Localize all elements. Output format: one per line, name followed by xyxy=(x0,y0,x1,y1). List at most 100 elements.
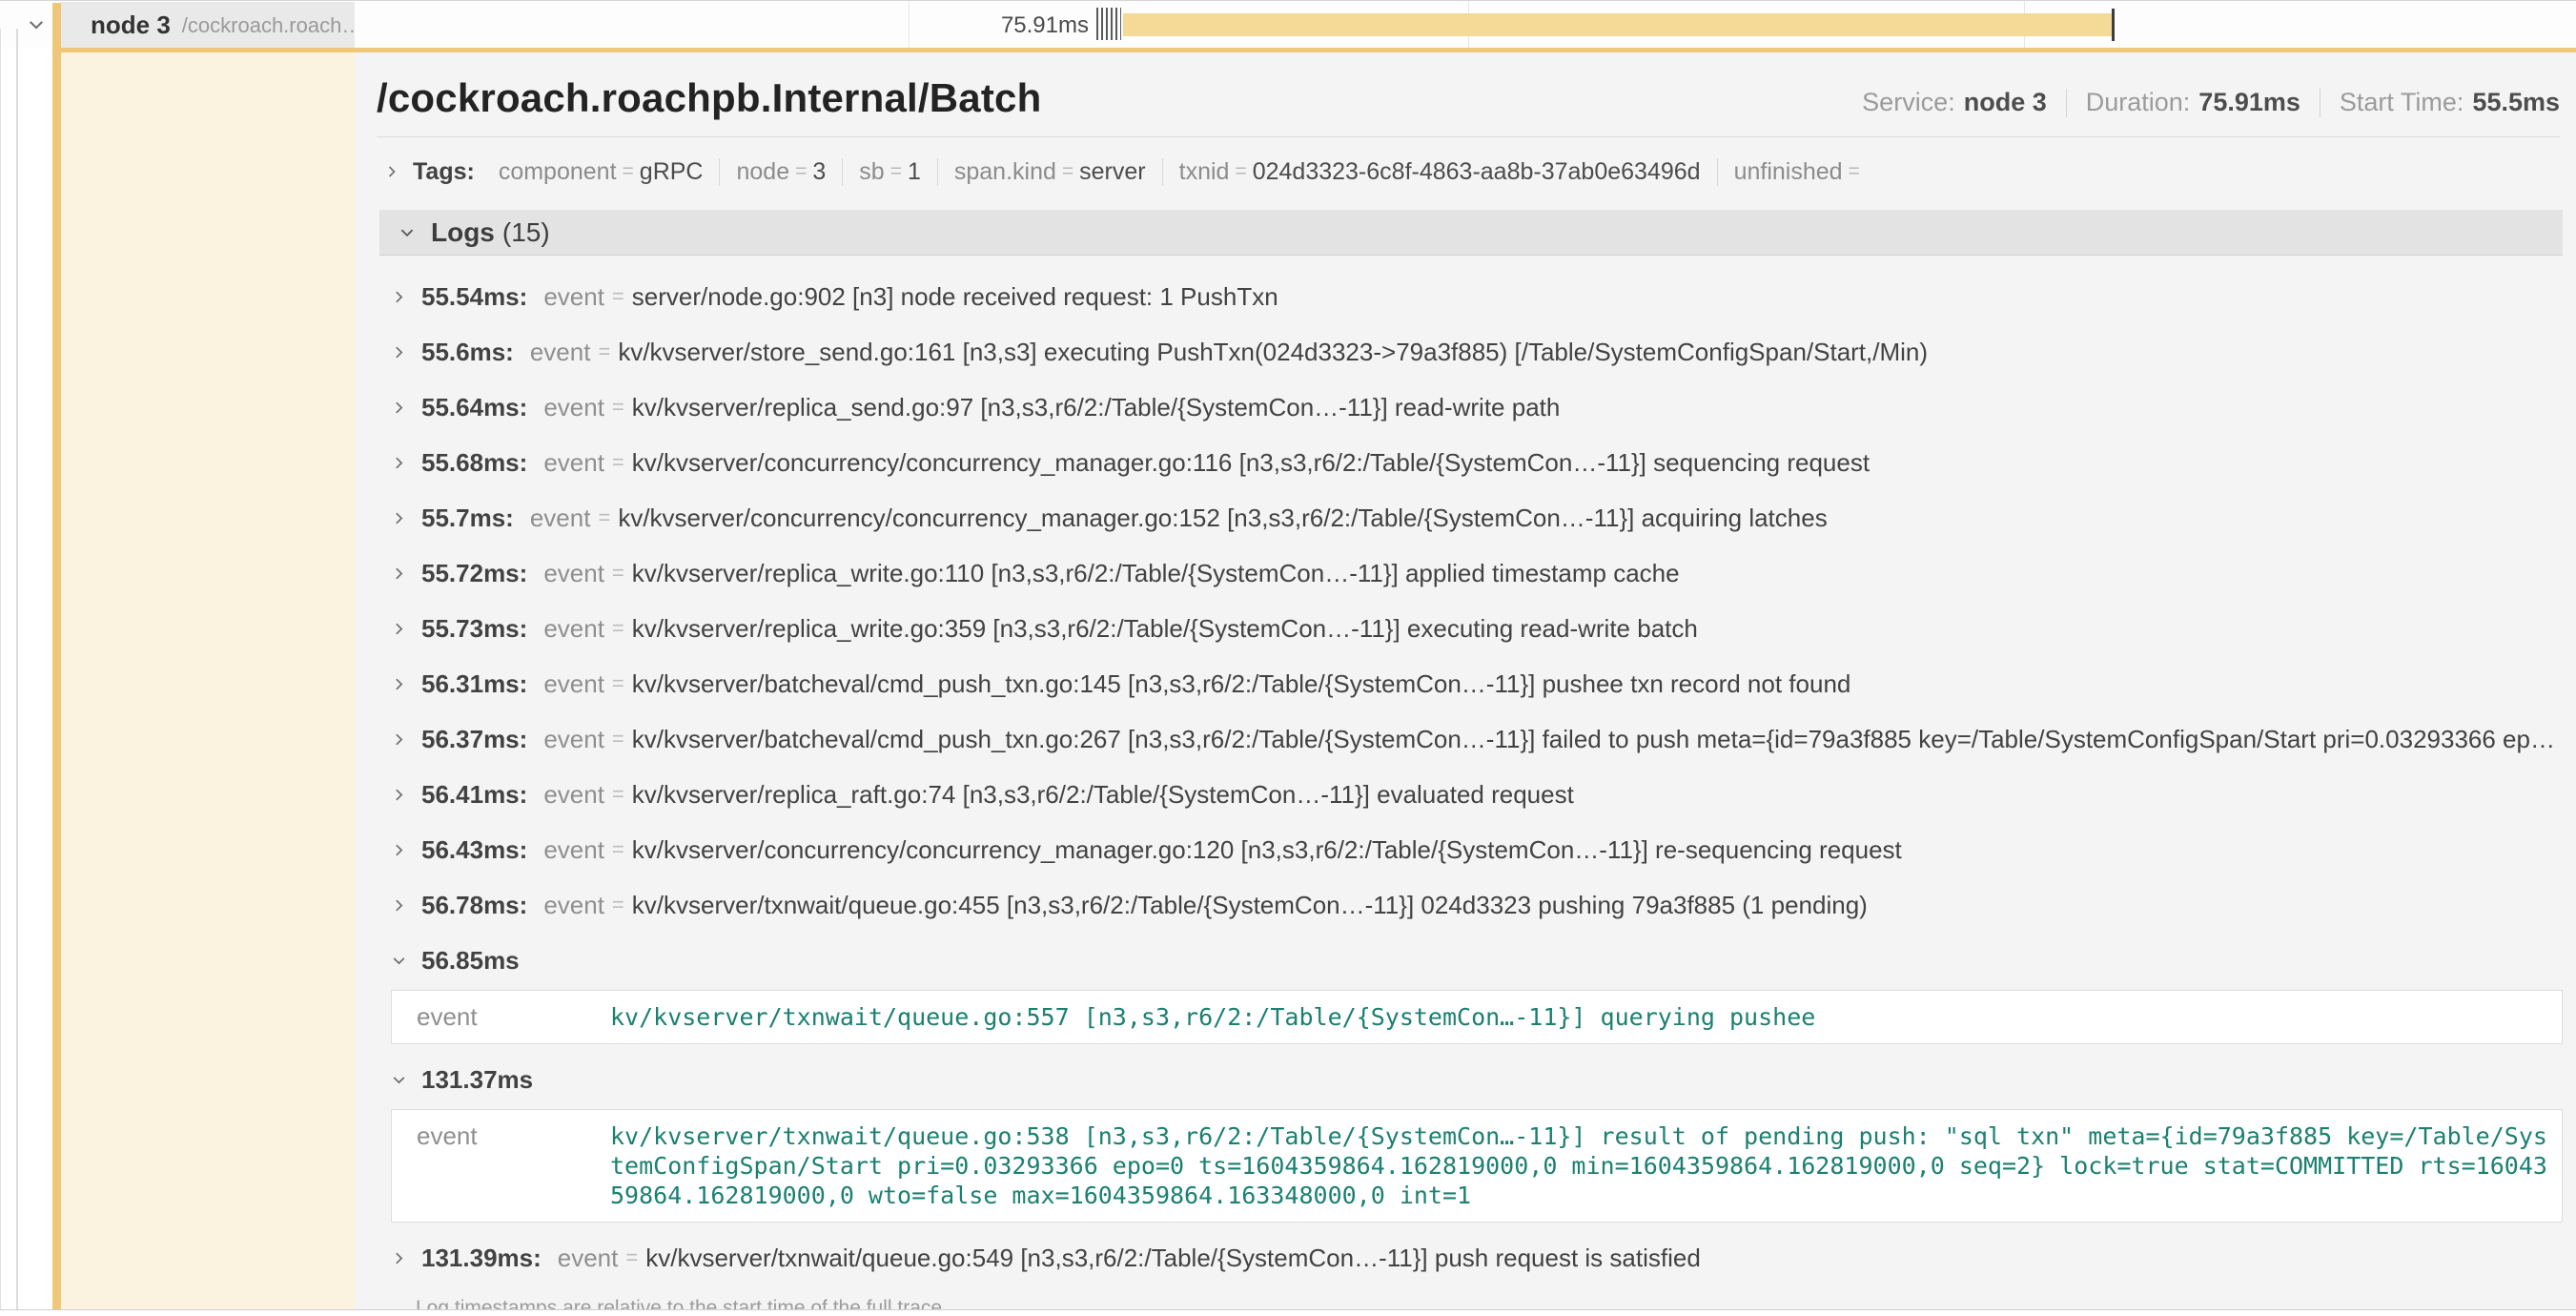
tag-item: unfinished = xyxy=(1717,158,1882,186)
log-row-expanded-header[interactable]: 131.37ms xyxy=(379,1063,2563,1096)
chevron-down-icon[interactable] xyxy=(391,953,407,969)
log-field-key: event xyxy=(405,1121,610,1151)
log-field-key: event xyxy=(558,1244,619,1273)
chevron-right-icon[interactable] xyxy=(391,510,407,526)
tree-indent-guide xyxy=(16,29,18,1309)
selected-row-highlight xyxy=(61,52,355,1309)
log-field-key: event xyxy=(543,725,604,754)
equals-sign: = xyxy=(612,671,624,696)
chevron-right-icon[interactable] xyxy=(391,1250,407,1266)
log-timestamp: 131.39ms: xyxy=(421,1244,542,1273)
chevron-right-icon[interactable] xyxy=(384,164,399,179)
equals-sign: = xyxy=(612,616,624,641)
tag-item: sb = 1 xyxy=(842,158,937,186)
log-row[interactable]: 55.64ms: event = kv/kvserver/replica_sen… xyxy=(379,391,2563,423)
service-label: Service: xyxy=(1862,88,1955,117)
log-row[interactable]: 56.43ms: event = kv/kvserver/concurrency… xyxy=(379,833,2563,866)
log-row[interactable]: 56.37ms: event = kv/kvserver/batcheval/c… xyxy=(379,723,2563,755)
tag-key: component xyxy=(499,158,617,186)
span-duration-bar[interactable] xyxy=(1123,13,2113,36)
log-field-key: event xyxy=(530,338,591,367)
log-field-key: event xyxy=(543,891,604,920)
detail-bottom-border xyxy=(0,1309,2576,1310)
equals-sign: = xyxy=(612,284,624,309)
logs-list: 55.54ms: event = server/node.go:902 [n3]… xyxy=(379,256,2563,1309)
log-field-value: kv/kvserver/replica_send.go:97 [n3,s3,r6… xyxy=(632,393,1561,422)
equals-sign: = xyxy=(612,450,624,475)
log-timestamp: 55.54ms: xyxy=(421,282,527,312)
log-row[interactable]: 55.68ms: event = kv/kvserver/concurrency… xyxy=(379,446,2563,479)
log-timestamp: 56.78ms: xyxy=(421,891,527,920)
chevron-down-icon[interactable] xyxy=(27,15,46,34)
span-operation-name: /cockroach.roach… xyxy=(182,13,355,38)
equals-sign: = xyxy=(598,339,610,364)
span-detail-panel: /cockroach.roachpb.Internal/Batch Servic… xyxy=(355,52,2576,1309)
chevron-right-icon[interactable] xyxy=(391,289,407,305)
tag-value: gRPC xyxy=(640,158,704,186)
log-row[interactable]: 56.78ms: event = kv/kvserver/txnwait/que… xyxy=(379,889,2563,921)
log-field-value: kv/kvserver/txnwait/queue.go:538 [n3,s3,… xyxy=(610,1121,2548,1210)
tag-value: server xyxy=(1079,158,1145,186)
logs-section-toggle[interactable]: Logs (15) xyxy=(379,210,2563,256)
logs-count: (15) xyxy=(502,217,550,248)
tag-key: sb xyxy=(859,158,884,186)
tag-value: 1 xyxy=(908,158,921,186)
log-row[interactable]: 56.41ms: event = kv/kvserver/replica_raf… xyxy=(379,778,2563,811)
log-row[interactable]: 55.6ms: event = kv/kvserver/store_send.g… xyxy=(379,336,2563,368)
chevron-right-icon[interactable] xyxy=(391,565,407,582)
detail-header: /cockroach.roachpb.Internal/Batch Servic… xyxy=(355,52,2576,121)
chevron-right-icon[interactable] xyxy=(391,787,407,803)
chevron-down-icon[interactable] xyxy=(391,1072,407,1088)
log-field-value: kv/kvserver/batcheval/cmd_push_txn.go:14… xyxy=(632,669,1851,699)
chevron-right-icon[interactable] xyxy=(391,897,407,914)
span-name-cell[interactable]: node 3 /cockroach.roach… xyxy=(60,2,355,49)
log-field-value: kv/kvserver/txnwait/queue.go:549 [n3,s3,… xyxy=(645,1244,1701,1273)
operation-title: /cockroach.roachpb.Internal/Batch xyxy=(377,75,1041,121)
duration-label: Duration: xyxy=(2086,88,2191,117)
logs-title: Logs xyxy=(431,217,495,248)
chevron-right-icon[interactable] xyxy=(391,344,407,360)
log-field-key: event xyxy=(543,669,604,699)
log-timestamp: 55.68ms: xyxy=(421,448,527,478)
tags-section-toggle[interactable]: Tags: component = gRPC node = 3 sb = 1 s… xyxy=(384,151,2560,193)
log-row[interactable]: 56.31ms: event = kv/kvserver/batcheval/c… xyxy=(379,668,2563,700)
log-field-key: event xyxy=(543,614,604,644)
chevron-down-icon[interactable] xyxy=(399,224,416,241)
chevron-right-icon[interactable] xyxy=(391,621,407,637)
equals-sign: = xyxy=(890,160,902,183)
equals-sign: = xyxy=(612,837,624,862)
log-field-key: event xyxy=(543,780,604,810)
log-row[interactable]: 55.73ms: event = kv/kvserver/replica_wri… xyxy=(379,612,2563,645)
log-row[interactable]: 55.54ms: event = server/node.go:902 [n3]… xyxy=(379,280,2563,313)
chevron-right-icon[interactable] xyxy=(391,731,407,748)
span-duration-label: 75.91ms xyxy=(1001,12,1089,39)
log-timestamp: 55.73ms: xyxy=(421,614,527,644)
tag-item: component = gRPC xyxy=(482,158,720,186)
equals-sign: = xyxy=(598,505,610,530)
log-field-value: kv/kvserver/concurrency/concurrency_mana… xyxy=(632,448,1870,478)
log-row-expanded-header[interactable]: 56.85ms xyxy=(379,944,2563,977)
equals-sign: = xyxy=(623,160,634,183)
tag-key: unfinished xyxy=(1734,158,1843,186)
span-service-name: node 3 xyxy=(91,10,171,40)
tag-item: txnid = 024d3323-6c8f-4863-aa8b-37ab0e63… xyxy=(1162,158,1717,186)
chevron-right-icon[interactable] xyxy=(391,400,407,416)
log-timestamp: 55.7ms: xyxy=(421,504,514,533)
log-row[interactable]: 55.7ms: event = kv/kvserver/concurrency/… xyxy=(379,502,2563,534)
tags-label: Tags: xyxy=(413,158,475,186)
log-row[interactable]: 131.39ms: event = kv/kvserver/txnwait/qu… xyxy=(379,1242,2563,1274)
chevron-right-icon[interactable] xyxy=(391,842,407,858)
log-field-value: kv/kvserver/replica_write.go:359 [n3,s3,… xyxy=(632,614,1698,644)
log-field-value: kv/kvserver/batcheval/cmd_push_txn.go:26… xyxy=(632,725,2555,754)
equals-sign: = xyxy=(612,893,624,917)
chevron-right-icon[interactable] xyxy=(391,455,407,471)
span-timeline-row[interactable]: node 3 /cockroach.roach… 75.91ms xyxy=(0,0,2576,48)
log-field-key: event xyxy=(405,1002,610,1032)
log-tick-marks xyxy=(1096,8,1121,40)
meta-divider xyxy=(2066,89,2067,117)
start-time-label: Start Time: xyxy=(2340,88,2464,117)
chevron-right-icon[interactable] xyxy=(391,676,407,692)
log-row[interactable]: 55.72ms: event = kv/kvserver/replica_wri… xyxy=(379,557,2563,589)
log-timestamp: 56.37ms: xyxy=(421,725,527,754)
log-detail-card: event kv/kvserver/txnwait/queue.go:557 [… xyxy=(391,990,2563,1044)
